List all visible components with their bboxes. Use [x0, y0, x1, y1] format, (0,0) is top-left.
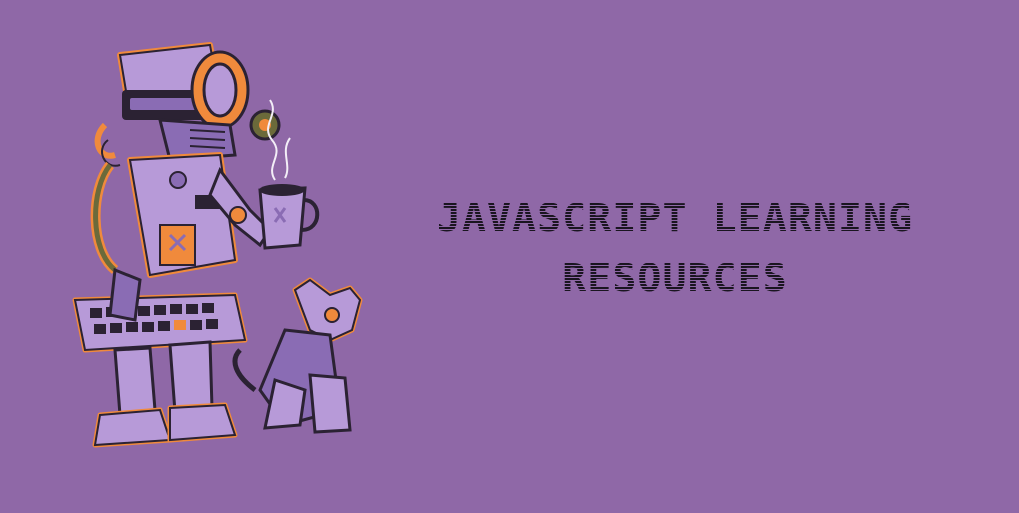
keyboard — [72, 292, 248, 353]
coffee-mug — [258, 184, 320, 250]
banner: JAVASCRIPT LEARNING RESOURCES — [0, 0, 1019, 513]
robot-illustration — [72, 42, 363, 448]
robot-dog — [232, 277, 363, 434]
title-line-1: JAVASCRIPT LEARNING — [407, 188, 943, 248]
title-line-2: RESOURCES — [407, 248, 943, 308]
banner-title: JAVASCRIPT LEARNING RESOURCES — [420, 188, 930, 308]
